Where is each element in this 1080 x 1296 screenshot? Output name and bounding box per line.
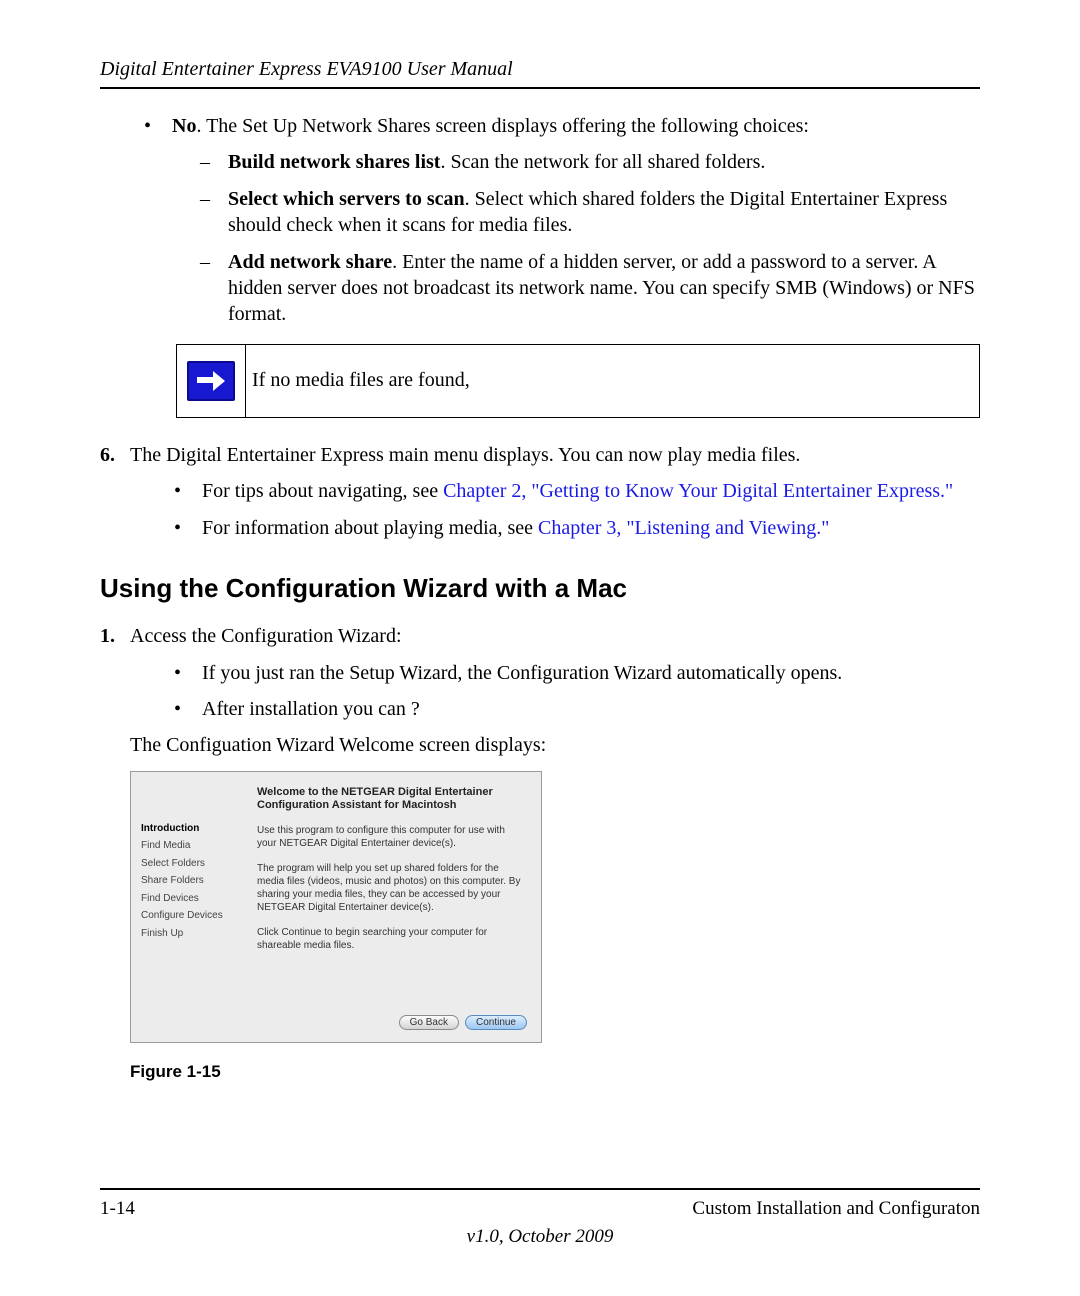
step1-sub1-text: If you just ran the Setup Wizard, the Co…	[202, 660, 842, 686]
footer-rule	[100, 1188, 980, 1190]
bullet-dot-icon: •	[170, 660, 202, 686]
section-heading: Using the Configuration Wizard with a Ma…	[100, 571, 980, 605]
sidebar-step-introduction: Introduction	[141, 820, 247, 838]
wizard-para-1: Use this program to configure this compu…	[257, 824, 527, 850]
link-chapter-3[interactable]: Chapter 3, "Listening and Viewing."	[538, 517, 829, 539]
sub-text-1: . Scan the network for all shared folder…	[440, 151, 765, 173]
page-footer: 1-14 Custom Installation and Configurato…	[100, 1188, 980, 1248]
step-number: 6.	[100, 442, 130, 468]
bullet-dot-icon: •	[140, 113, 172, 139]
step6-sub1-pre: For tips about navigating, see	[202, 480, 443, 502]
step1-sub-1: • If you just ran the Setup Wizard, the …	[170, 660, 980, 686]
footer-section: Custom Installation and Configuraton	[692, 1198, 980, 1220]
note-text: If no media files are found,	[246, 345, 979, 417]
step1-sub-2: • After installation you can ?	[170, 696, 980, 722]
bullet-dot-icon: •	[170, 515, 202, 541]
figure-caption: Figure 1-15	[130, 1061, 980, 1083]
sub-label-2: Select which servers to scan	[228, 188, 465, 210]
wizard-sidebar: Introduction Find Media Select Folders S…	[141, 820, 247, 943]
arrow-right-icon	[187, 361, 235, 401]
note-box: If no media files are found,	[176, 344, 980, 418]
continue-button[interactable]: Continue	[465, 1015, 527, 1030]
wizard-button-row: Go Back Continue	[399, 1015, 527, 1030]
sub-item-1: – Build network shares list. Scan the ne…	[200, 149, 980, 175]
sub-label-3: Add network share	[228, 251, 392, 273]
wizard-title: Welcome to the NETGEAR Digital Entertain…	[257, 786, 529, 812]
sidebar-step-find-media: Find Media	[141, 837, 247, 855]
sub-item-2: – Select which servers to scan. Select w…	[200, 186, 980, 239]
step1-sub2-text: After installation you can ?	[202, 696, 420, 722]
sidebar-step-finish-up: Finish Up	[141, 925, 247, 943]
footer-version: v1.0, October 2009	[100, 1226, 980, 1248]
sidebar-step-share-folders: Share Folders	[141, 872, 247, 890]
welcome-line: The Configuation Wizard Welcome screen d…	[130, 732, 980, 758]
sub-label-1: Build network shares list	[228, 151, 440, 173]
note-icon-cell	[177, 345, 246, 417]
bullet-dot-icon: •	[170, 478, 202, 504]
bullet-no: • No. The Set Up Network Shares screen d…	[140, 113, 980, 139]
sub-item-3: – Add network share. Enter the name of a…	[200, 249, 980, 328]
step-6: 6. The Digital Entertainer Express main …	[100, 442, 980, 468]
sidebar-step-select-folders: Select Folders	[141, 855, 247, 873]
dash-icon: –	[200, 149, 228, 175]
step6-sub-2: • For information about playing media, s…	[170, 515, 980, 541]
step-1: 1. Access the Configuration Wizard:	[100, 623, 980, 649]
link-chapter-2[interactable]: Chapter 2, "Getting to Know Your Digital…	[443, 480, 953, 502]
wizard-para-2: The program will help you set up shared …	[257, 862, 527, 914]
step6-sub-1: • For tips about navigating, see Chapter…	[170, 478, 980, 504]
wizard-main-text: Use this program to configure this compu…	[257, 824, 527, 964]
no-text: . The Set Up Network Shares screen displ…	[196, 115, 808, 137]
bullet-dot-icon: •	[170, 696, 202, 722]
dash-icon: –	[200, 186, 228, 239]
wizard-para-3: Click Continue to begin searching your c…	[257, 926, 527, 952]
running-header: Digital Entertainer Express EVA9100 User…	[100, 58, 980, 81]
go-back-button[interactable]: Go Back	[399, 1015, 459, 1030]
dash-icon: –	[200, 249, 228, 328]
main-content: • No. The Set Up Network Shares screen d…	[100, 113, 980, 1083]
header-rule	[100, 87, 980, 89]
sidebar-step-configure-devices: Configure Devices	[141, 907, 247, 925]
step-number: 1.	[100, 623, 130, 649]
wizard-screenshot: Welcome to the NETGEAR Digital Entertain…	[130, 771, 542, 1043]
step6-sub2-pre: For information about playing media, see	[202, 517, 538, 539]
no-label: No	[172, 115, 196, 137]
step-6-text: The Digital Entertainer Express main men…	[130, 442, 800, 468]
page-number: 1-14	[100, 1198, 135, 1220]
step-1-text: Access the Configuration Wizard:	[130, 623, 402, 649]
sidebar-step-find-devices: Find Devices	[141, 890, 247, 908]
